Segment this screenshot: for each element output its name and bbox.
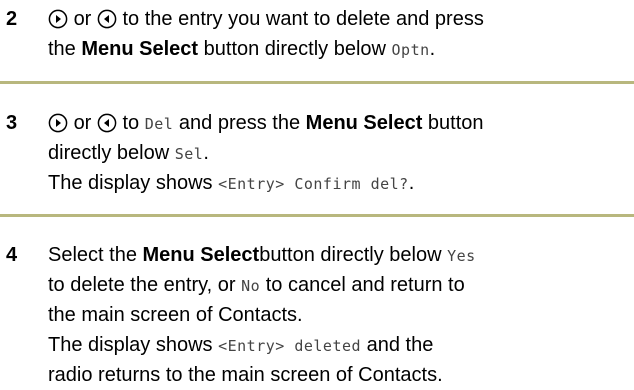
display-text-sel: Sel bbox=[174, 145, 204, 163]
step-2-line-1: or to the entry you want to delete and p… bbox=[48, 4, 632, 34]
display-text-no: No bbox=[241, 277, 261, 295]
nav-right-icon bbox=[48, 113, 68, 133]
text: to bbox=[122, 112, 140, 134]
text: and the bbox=[366, 334, 434, 356]
step-number: 2 bbox=[6, 8, 18, 30]
or-text: or bbox=[73, 112, 92, 134]
text: The display shows bbox=[48, 334, 213, 356]
text: The display shows bbox=[48, 172, 213, 194]
display-text-optn: Optn bbox=[391, 41, 430, 59]
display-text-deleted: <Entry> deleted bbox=[218, 337, 362, 355]
text: the bbox=[48, 38, 76, 60]
step-4-line-2: to delete the entry, or No to cancel and… bbox=[48, 270, 632, 301]
divider bbox=[0, 81, 634, 84]
nav-right-icon bbox=[48, 9, 68, 29]
text: to delete the entry, or bbox=[48, 274, 236, 296]
text: button directly below bbox=[203, 38, 386, 60]
step-3-line-3: The display shows <Entry> Confirm del?. bbox=[48, 168, 632, 199]
menu-select-label: Menu Select bbox=[142, 244, 260, 266]
text: . bbox=[203, 142, 209, 164]
step-2-line-2: the Menu Select button directly below Op… bbox=[48, 34, 632, 65]
nav-left-icon bbox=[97, 9, 117, 29]
step-number: 4 bbox=[6, 244, 18, 266]
display-text-confirm-del: <Entry> Confirm del? bbox=[218, 175, 409, 193]
display-text-del: Del bbox=[144, 115, 174, 133]
or-text: or bbox=[73, 8, 92, 30]
divider bbox=[0, 214, 634, 217]
instruction-text: to the entry you want to delete and pres… bbox=[122, 8, 484, 30]
text: button bbox=[427, 112, 484, 134]
step-4-line-3: the main screen of Contacts. bbox=[48, 304, 303, 326]
nav-left-icon bbox=[97, 113, 117, 133]
menu-select-label: Menu Select bbox=[305, 112, 423, 134]
text: to cancel and return to bbox=[265, 274, 465, 296]
step-3-line-2: directly below Sel. bbox=[48, 138, 632, 169]
step-4-line-5: radio returns to the main screen of Cont… bbox=[48, 364, 443, 386]
text: button directly below bbox=[259, 244, 442, 266]
menu-select-label: Menu Select bbox=[81, 38, 199, 60]
text: . bbox=[429, 38, 436, 60]
step-3-line-1: or to Del and press the Menu Select butt… bbox=[48, 108, 632, 139]
display-text-yes: Yes bbox=[447, 247, 476, 265]
text: . bbox=[408, 172, 415, 194]
text: Select the bbox=[48, 244, 137, 266]
text: directly below bbox=[48, 142, 170, 164]
step-4-line-4: The display shows <Entry> deleted and th… bbox=[48, 330, 632, 361]
step-4-line-1: Select the Menu Selectbutton directly be… bbox=[48, 240, 632, 271]
step-number: 3 bbox=[6, 112, 18, 134]
text: and press the bbox=[178, 112, 301, 134]
